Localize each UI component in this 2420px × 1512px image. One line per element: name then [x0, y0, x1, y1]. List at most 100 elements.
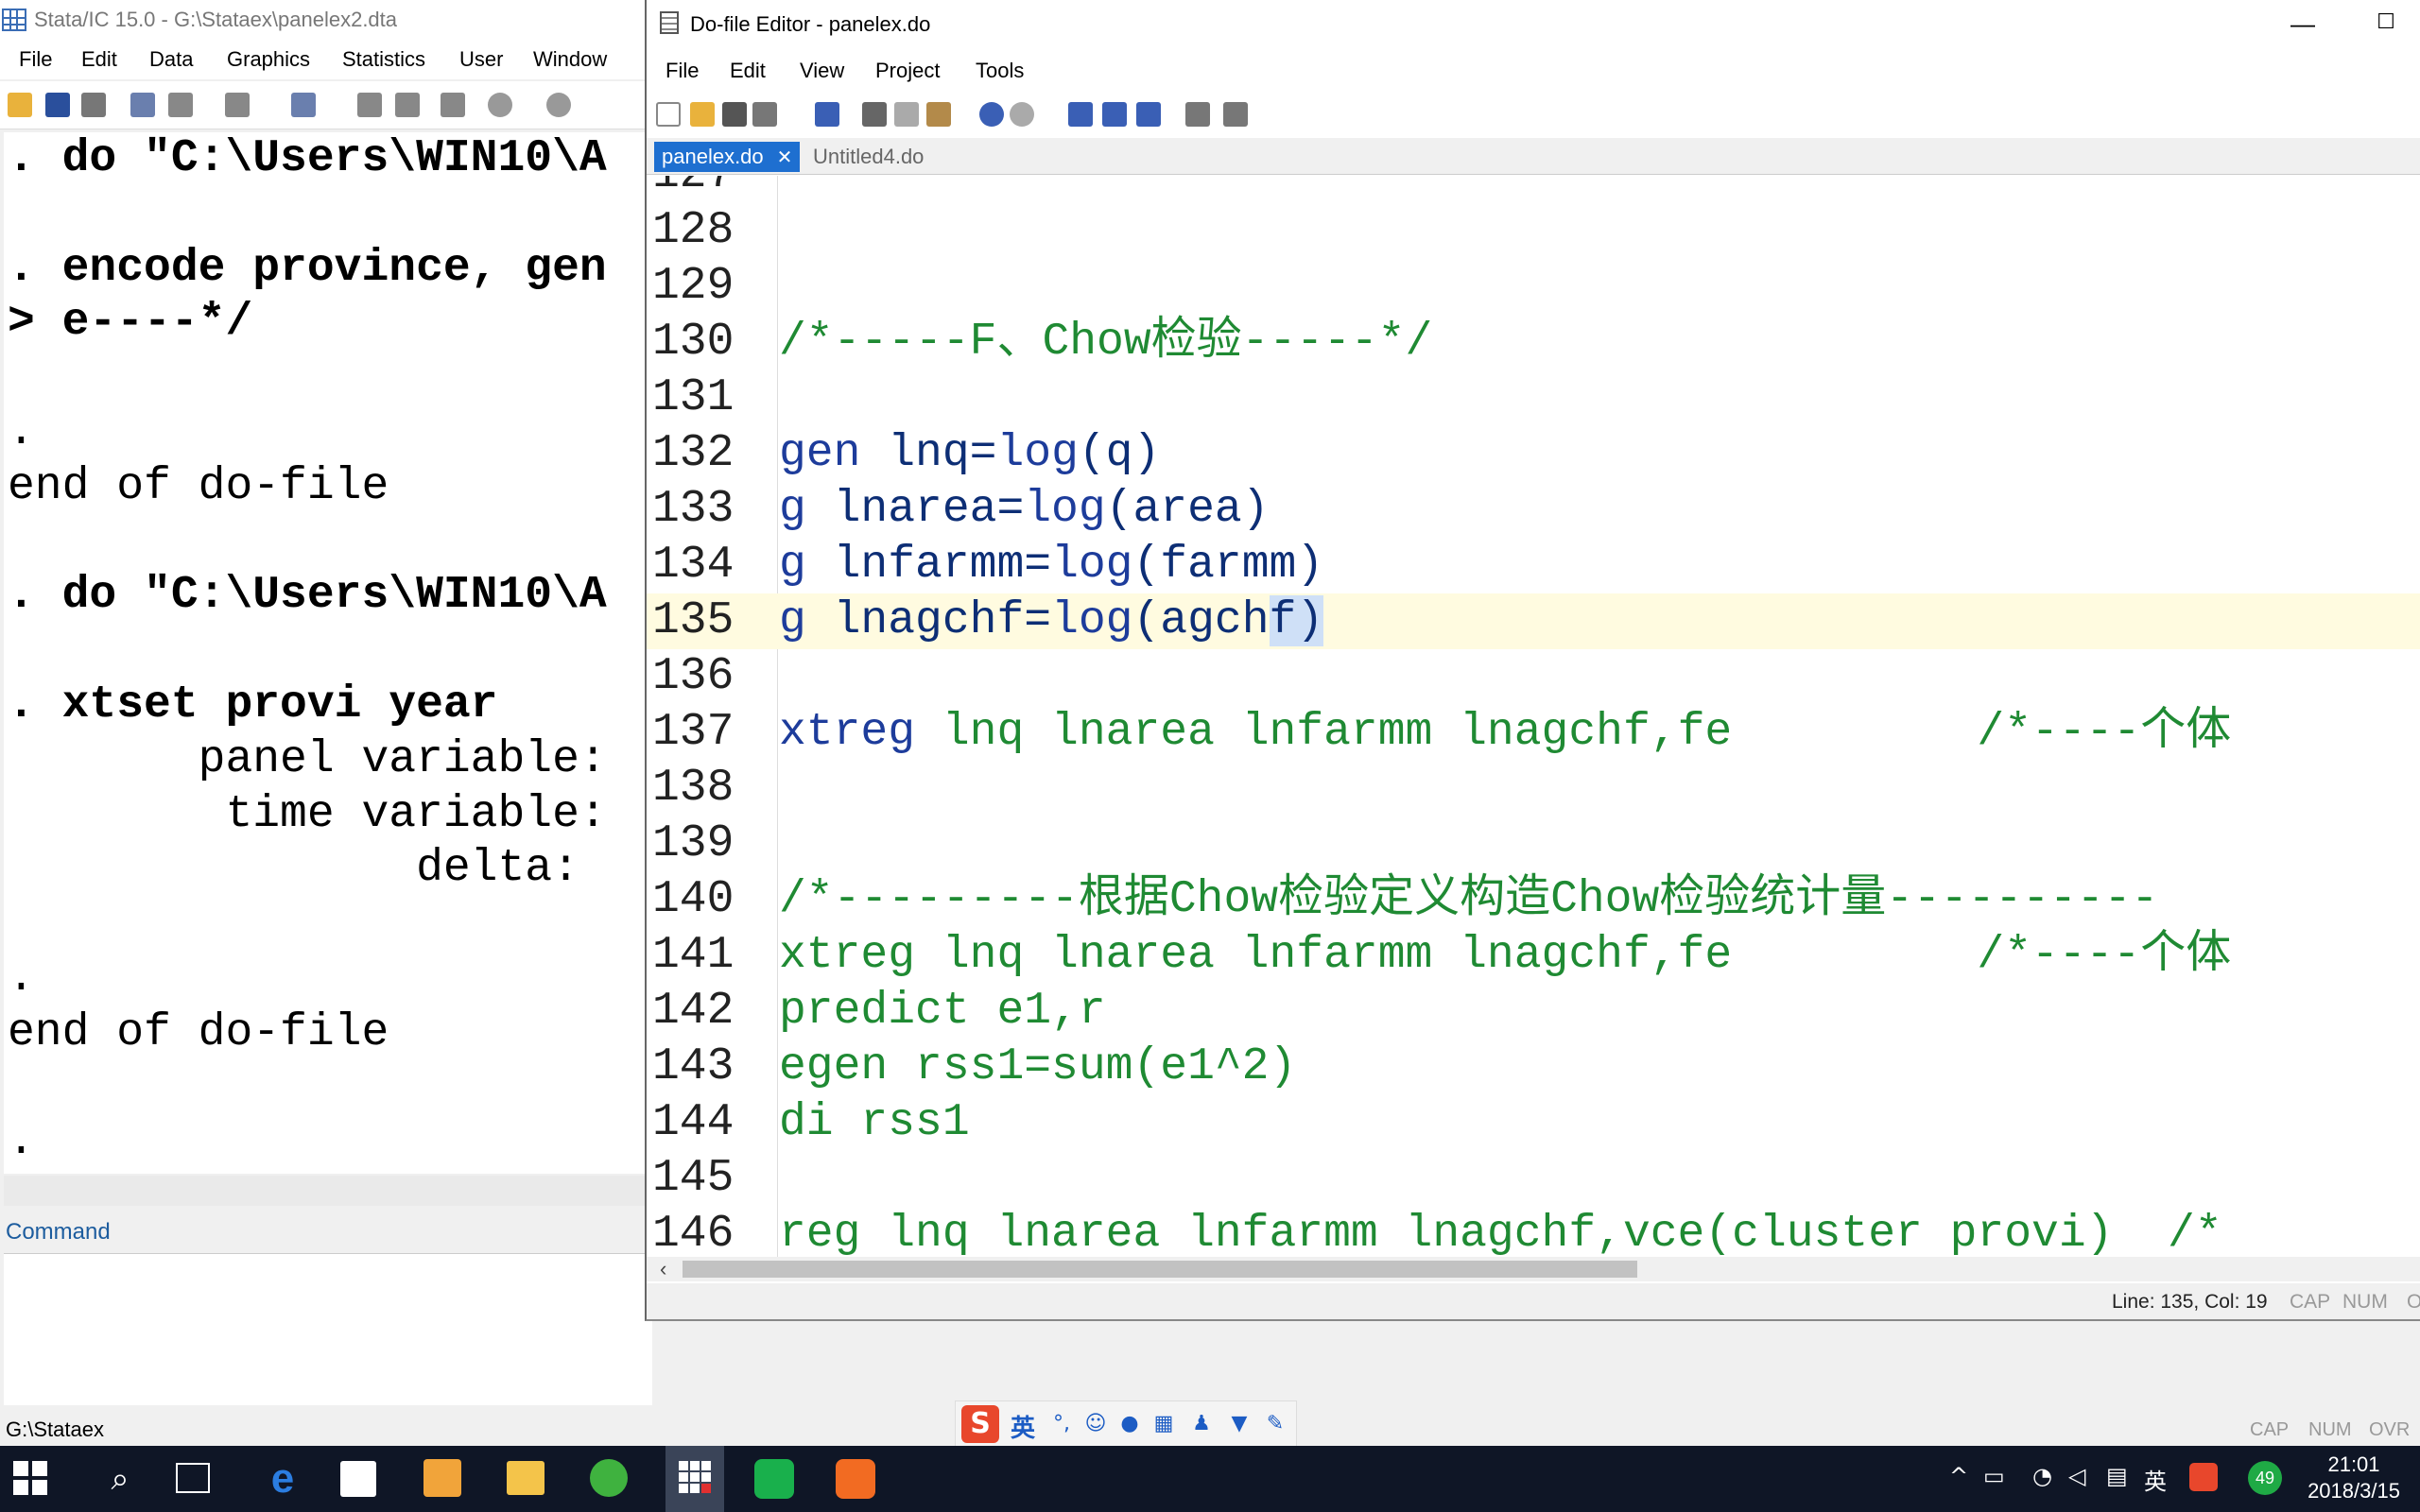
tab-panelex-do[interactable]: panelex.do ✕: [654, 142, 801, 172]
results-scrollbar[interactable]: [4, 1176, 652, 1206]
code-line[interactable]: 139: [647, 816, 2420, 872]
code-line[interactable]: 132 gen lnq=log(q): [647, 426, 2420, 482]
command-input[interactable]: [4, 1253, 652, 1405]
data-browser-icon[interactable]: [395, 93, 420, 117]
break-icon[interactable]: [546, 93, 571, 117]
maximize-icon[interactable]: ☐: [2367, 9, 2405, 38]
editor-menu-project[interactable]: Project: [875, 59, 940, 83]
battery-icon[interactable]: ▭: [1983, 1463, 2005, 1489]
clock[interactable]: 21:01 2018/3/15: [2288, 1452, 2420, 1504]
show-file-icon[interactable]: [1185, 102, 1210, 127]
code-line[interactable]: 140 /*---------根据Chow检验定义构造Chow检验统计量-----…: [647, 872, 2420, 928]
stata-taskbar-button[interactable]: [666, 1446, 724, 1512]
minimize-icon[interactable]: —: [2284, 9, 2322, 38]
code-line[interactable]: 135 g lnagchf=log(agchf): [647, 593, 2420, 649]
variables-manager-icon[interactable]: [441, 93, 465, 117]
viewer-icon[interactable]: [168, 93, 193, 117]
stata-menu-file[interactable]: File: [19, 47, 52, 72]
paste-icon[interactable]: [926, 102, 951, 127]
spreadsheet-icon[interactable]: [754, 1459, 794, 1499]
microphone-icon[interactable]: ●: [1118, 1413, 1141, 1435]
find-icon[interactable]: [815, 102, 839, 127]
editor-menu-edit[interactable]: Edit: [730, 59, 766, 83]
shift-up-icon[interactable]: [1102, 102, 1127, 127]
code-line[interactable]: 134 g lnfarmm=log(farmm): [647, 538, 2420, 593]
code-line[interactable]: 141 xtreg lnq lnarea lnfarmm lnagchf,fe /…: [647, 928, 2420, 984]
code-line[interactable]: 130 /*-----F、Chow检验-----*/: [647, 315, 2420, 370]
tools-icon[interactable]: ✎: [1264, 1413, 1287, 1435]
code-line[interactable]: 138: [647, 761, 2420, 816]
close-tab-icon[interactable]: ✕: [777, 147, 793, 168]
save-file-icon[interactable]: [722, 102, 747, 127]
stata-menu-graphics[interactable]: Graphics: [227, 47, 310, 72]
tab-untitled4-do[interactable]: Untitled4.do: [805, 142, 931, 172]
network-icon[interactable]: ◔: [2032, 1463, 2052, 1489]
save-icon[interactable]: [45, 93, 70, 117]
indent-icon[interactable]: [1068, 102, 1093, 127]
sogou-logo[interactable]: S: [961, 1405, 999, 1443]
editor-menu-view[interactable]: View: [800, 59, 844, 83]
tray-expand-icon[interactable]: ^: [1949, 1463, 1968, 1489]
code-line[interactable]: 127: [647, 176, 2420, 203]
notification-icon[interactable]: ▤: [2106, 1463, 2128, 1489]
keyboard-icon[interactable]: ▦: [1152, 1413, 1175, 1435]
new-file-icon[interactable]: [656, 102, 681, 127]
scroll-left-icon[interactable]: ‹: [660, 1257, 666, 1281]
file-explorer-icon[interactable]: [507, 1461, 544, 1495]
edge-icon[interactable]: e: [257, 1453, 308, 1504]
editor-menu-file[interactable]: File: [666, 59, 699, 83]
more-icon[interactable]: [488, 93, 512, 117]
search-icon[interactable]: ⌕: [95, 1453, 146, 1504]
punctuation-icon[interactable]: °,: [1050, 1413, 1073, 1435]
code-line[interactable]: 131: [647, 370, 2420, 426]
cut-icon[interactable]: [862, 102, 887, 127]
stata-menu-statistics[interactable]: Statistics: [342, 47, 425, 72]
code-area[interactable]: 127128129130 /*-----F、Chow检验-----*/ 131132…: [647, 176, 2420, 1257]
code-line[interactable]: 136: [647, 649, 2420, 705]
print-file-icon[interactable]: [752, 102, 777, 127]
stata-menu-user[interactable]: User: [459, 47, 503, 72]
code-line[interactable]: 145: [647, 1151, 2420, 1207]
store-icon[interactable]: [340, 1461, 376, 1497]
graph-icon[interactable]: [225, 93, 250, 117]
code-line[interactable]: 128: [647, 203, 2420, 259]
editor-menu-tools[interactable]: Tools: [976, 59, 1024, 83]
volume-icon[interactable]: ◁: [2068, 1463, 2085, 1489]
code-line[interactable]: 144 di rss1: [647, 1095, 2420, 1151]
print-icon[interactable]: [81, 93, 106, 117]
data-editor-icon[interactable]: [357, 93, 382, 117]
security-badge[interactable]: 49: [2248, 1461, 2282, 1495]
log-icon[interactable]: [130, 93, 155, 117]
scrollbar-thumb[interactable]: [683, 1261, 1637, 1278]
redo-icon[interactable]: [1010, 102, 1034, 127]
code-line[interactable]: 137 xtreg lnq lnarea lnfarmm lnagchf,fe /…: [647, 705, 2420, 761]
code-line[interactable]: 142 predict e1,r: [647, 984, 2420, 1040]
code-line[interactable]: 146 reg lnq lnarea lnfarmm lnagchf,vce(cl…: [647, 1207, 2420, 1257]
tray-language[interactable]: 英: [2144, 1463, 2167, 1496]
package-icon[interactable]: [424, 1459, 461, 1497]
code-line[interactable]: 129: [647, 259, 2420, 315]
execute-do-icon[interactable]: [1223, 102, 1248, 127]
start-icon[interactable]: [13, 1461, 47, 1495]
emoji-icon[interactable]: ☺: [1084, 1413, 1107, 1435]
stata-menu-window[interactable]: Window: [533, 47, 607, 72]
do-file-editor-icon[interactable]: [291, 93, 316, 117]
code-token: (q): [1078, 428, 1161, 479]
ime-language[interactable]: 英: [1011, 1409, 1035, 1444]
copy-icon[interactable]: [894, 102, 919, 127]
open-icon[interactable]: [8, 93, 32, 117]
open-file-icon[interactable]: [690, 102, 715, 127]
undo-icon[interactable]: [979, 102, 1004, 127]
shift-down-icon[interactable]: [1136, 102, 1161, 127]
user-icon[interactable]: ♟: [1190, 1413, 1213, 1435]
task-view-icon[interactable]: [176, 1463, 210, 1493]
code-line[interactable]: 133 g lnarea=log(area): [647, 482, 2420, 538]
browser-icon[interactable]: [590, 1459, 628, 1497]
editor-horizontal-scrollbar[interactable]: ‹: [647, 1257, 2420, 1281]
sogou-tray-icon[interactable]: [2189, 1463, 2218, 1491]
skin-icon[interactable]: ▼: [1228, 1413, 1251, 1435]
stata-menu-data[interactable]: Data: [149, 47, 193, 72]
presentation-icon[interactable]: [836, 1459, 875, 1499]
code-line[interactable]: 143 egen rss1=sum(e1^2): [647, 1040, 2420, 1095]
stata-menu-edit[interactable]: Edit: [81, 47, 117, 72]
